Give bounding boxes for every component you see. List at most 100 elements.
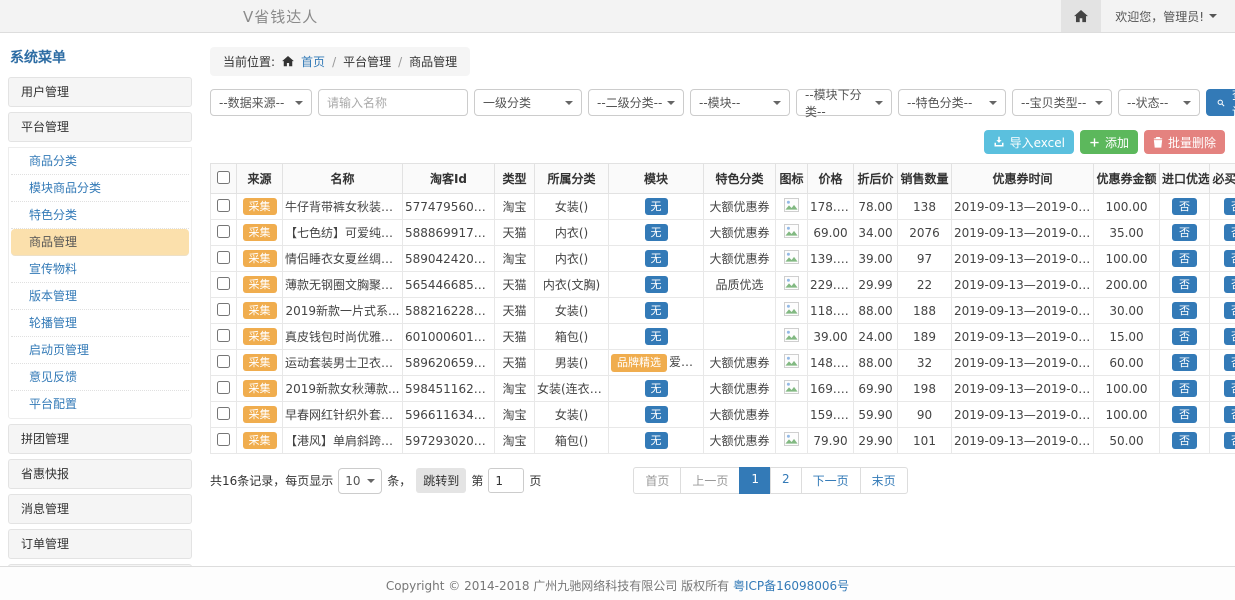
sidebar-item-轮播管理[interactable]: 轮播管理 (11, 310, 189, 337)
row-checkbox[interactable] (217, 251, 230, 264)
home-button[interactable] (1061, 0, 1101, 32)
welcome-text: 欢迎您，管理员! (1115, 8, 1204, 25)
table-row: 采集【港风】单肩斜跨链条...597293020870淘宝箱包()无大额优惠券7… (211, 428, 1235, 454)
page-button-1[interactable]: 1 (739, 467, 771, 494)
sidebar-section-订单管理[interactable]: 订单管理 (8, 529, 192, 559)
products-panel: 导入excel 添加 批量删除 来源名称淘客Id类型所属分类模块特色分类图标价格… (210, 130, 1225, 494)
import-toggle-button[interactable]: 否 (1172, 224, 1197, 242)
cell-price: 159.90 (808, 402, 854, 428)
cell-name: 早春网红针织外套女春... (283, 402, 403, 428)
mustbuy-toggle-button[interactable]: 否 (1224, 432, 1235, 450)
filter-select-module-subcategory[interactable]: --模块下分类-- (796, 89, 892, 116)
mustbuy-toggle-button[interactable]: 否 (1224, 328, 1235, 346)
cell-ctime: 2019-09-13—2019-09-19 (952, 298, 1094, 324)
breadcrumb-home-link[interactable]: 首页 (301, 53, 325, 70)
sidebar-section-用户管理[interactable]: 用户管理 (8, 77, 192, 107)
sidebar-item-宣传物料[interactable]: 宣传物料 (11, 256, 189, 283)
source-badge: 采集 (243, 380, 277, 398)
per-page-select[interactable]: 10 (338, 468, 382, 494)
row-checkbox[interactable] (217, 407, 230, 420)
topbar: V省钱达人 欢迎您，管理员! (0, 0, 1235, 33)
icp-link[interactable]: 粤ICP备16098006号 (733, 579, 849, 593)
row-checkbox[interactable] (217, 355, 230, 368)
body-row: 系统菜单 用户管理平台管理商品分类模块商品分类特色分类商品管理宣传物料版本管理轮… (0, 33, 1235, 566)
row-checkbox[interactable] (217, 199, 230, 212)
cell-camount: 30.00 (1094, 298, 1160, 324)
page-button-首页[interactable]: 首页 (633, 467, 681, 494)
mustbuy-toggle-button[interactable]: 否 (1224, 380, 1235, 398)
page-button-上一页[interactable]: 上一页 (680, 467, 740, 494)
row-checkbox[interactable] (217, 277, 230, 290)
import-toggle-button[interactable]: 否 (1172, 354, 1197, 372)
import-toggle-button[interactable]: 否 (1172, 302, 1197, 320)
filter-select-status[interactable]: --状态-- (1118, 89, 1200, 116)
mustbuy-toggle-button[interactable]: 否 (1224, 406, 1235, 424)
page-button-末页[interactable]: 末页 (860, 467, 908, 494)
import-toggle-button[interactable]: 否 (1172, 250, 1197, 268)
mustbuy-toggle-button[interactable]: 否 (1224, 354, 1235, 372)
select-all-checkbox[interactable] (217, 171, 230, 184)
cell-cb (211, 246, 237, 272)
import-toggle-button[interactable]: 否 (1172, 380, 1197, 398)
sidebar-item-平台配置[interactable]: 平台配置 (11, 391, 189, 418)
mustbuy-toggle-button[interactable]: 否 (1224, 302, 1235, 320)
import-excel-button[interactable]: 导入excel (984, 130, 1074, 154)
sidebar-item-商品管理[interactable]: 商品管理 (11, 229, 189, 256)
sidebar-item-模块商品分类[interactable]: 模块商品分类 (11, 175, 189, 202)
cell-tkid: 588869917501 (403, 220, 495, 246)
page-button-2[interactable]: 2 (770, 467, 802, 494)
page-button-下一页[interactable]: 下一页 (801, 467, 861, 494)
sidebar-item-版本管理[interactable]: 版本管理 (11, 283, 189, 310)
cell-cb (211, 324, 237, 350)
import-toggle-button[interactable]: 否 (1172, 198, 1197, 216)
row-checkbox[interactable] (217, 303, 230, 316)
row-checkbox[interactable] (217, 225, 230, 238)
sidebar-item-启动页管理[interactable]: 启动页管理 (11, 337, 189, 364)
cell-icon (776, 428, 808, 454)
caret-down-icon (565, 101, 573, 105)
import-toggle-button[interactable]: 否 (1172, 328, 1197, 346)
sidebar-section-消息管理[interactable]: 消息管理 (8, 494, 192, 524)
sidebar-section-省惠快报[interactable]: 省惠快报 (8, 459, 192, 489)
filter-select-special-category[interactable]: --特色分类-- (898, 89, 1006, 116)
filter-select-module[interactable]: --模块-- (690, 89, 790, 116)
sidebar-item-商品分类[interactable]: 商品分类 (11, 148, 189, 175)
sidebar-item-特色分类[interactable]: 特色分类 (11, 202, 189, 229)
batch-delete-button[interactable]: 批量删除 (1144, 130, 1225, 154)
cell-import: 否 (1160, 246, 1210, 272)
sidebar-item-意见反馈[interactable]: 意见反馈 (11, 364, 189, 391)
jump-button[interactable]: 跳转到 (416, 468, 466, 493)
cell-tkid: 565446685867 (403, 272, 495, 298)
cell-camount: 100.00 (1094, 376, 1160, 402)
cell-import: 否 (1160, 220, 1210, 246)
cell-module: 无 (609, 428, 704, 454)
row-checkbox[interactable] (217, 329, 230, 342)
caret-down-icon (1209, 14, 1217, 18)
cell-category: 内衣(文胸) (535, 272, 609, 298)
filter-select-item-type[interactable]: --宝贝类型-- (1012, 89, 1112, 116)
search-button[interactable]: 查询 (1206, 89, 1235, 116)
user-menu[interactable]: 欢迎您，管理员! (1101, 8, 1235, 25)
filter-select-level1-category[interactable]: 一级分类 (474, 89, 582, 116)
cell-camount: 100.00 (1094, 194, 1160, 220)
sidebar-section-平台管理[interactable]: 平台管理 (8, 112, 192, 142)
import-toggle-button[interactable]: 否 (1172, 432, 1197, 450)
mustbuy-toggle-button[interactable]: 否 (1224, 276, 1235, 294)
import-toggle-button[interactable]: 否 (1172, 406, 1197, 424)
cell-camount: 100.00 (1094, 246, 1160, 272)
cell-special: 大额优惠券 (704, 428, 776, 454)
mustbuy-toggle-button[interactable]: 否 (1224, 224, 1235, 242)
add-button[interactable]: 添加 (1080, 130, 1138, 154)
sidebar-section-拼团管理[interactable]: 拼团管理 (8, 424, 192, 454)
row-checkbox[interactable] (217, 381, 230, 394)
import-toggle-button[interactable]: 否 (1172, 276, 1197, 294)
name-input[interactable] (318, 89, 468, 116)
cell-special: 大额优惠券 (704, 350, 776, 376)
jump-page-input[interactable] (488, 468, 524, 493)
mustbuy-toggle-button[interactable]: 否 (1224, 250, 1235, 268)
mustbuy-toggle-button[interactable]: 否 (1224, 198, 1235, 216)
filter-select-level2-category[interactable]: --二级分类-- (588, 89, 684, 116)
filter-select-data-source[interactable]: --数据来源-- (210, 89, 312, 116)
row-checkbox[interactable] (217, 433, 230, 446)
select-value: 一级分类 (483, 94, 531, 111)
